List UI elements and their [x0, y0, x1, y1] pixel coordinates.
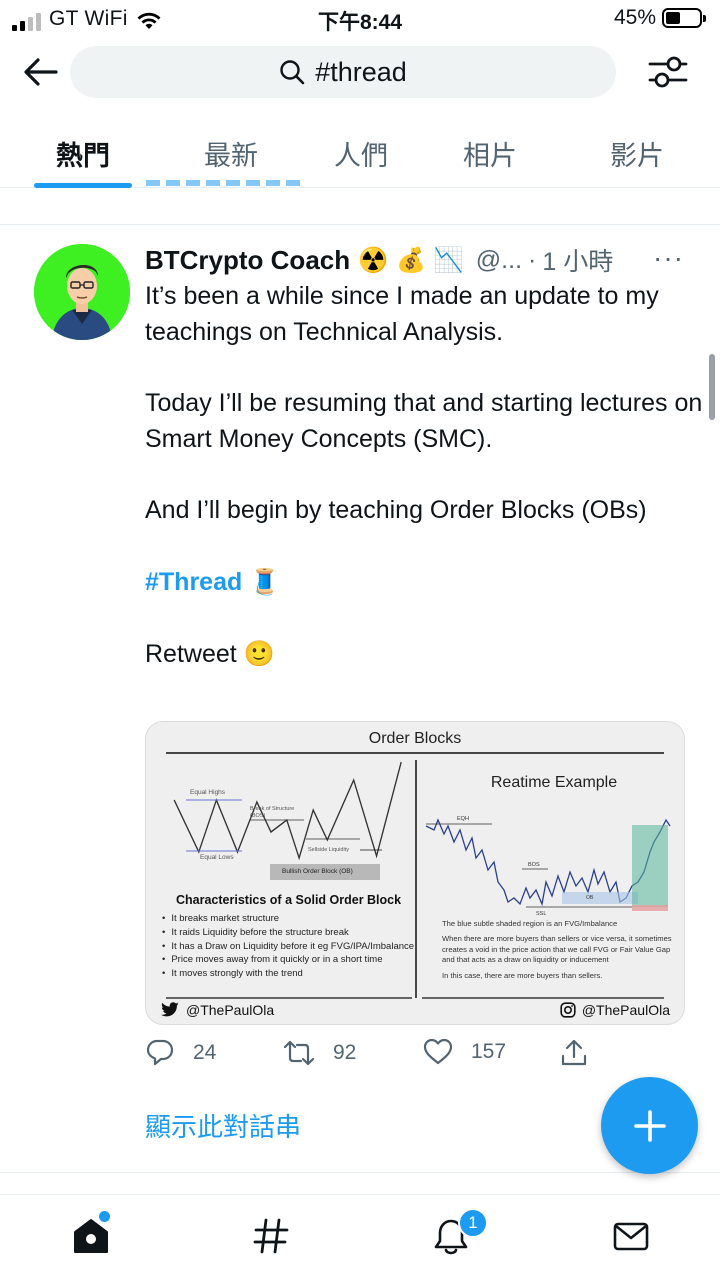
twitter-bird-icon — [161, 1002, 179, 1017]
like-button[interactable]: 157 — [423, 1038, 506, 1066]
display-name[interactable]: BTCrypto Coach — [145, 245, 350, 276]
reply-count: 24 — [193, 1041, 217, 1064]
share-button[interactable] — [559, 1038, 589, 1068]
tweet-header: BTCrypto Coach ☢️ 💰 📉 @... · 1 小時 ··· — [145, 240, 700, 280]
scrollbar[interactable] — [709, 354, 715, 420]
tab-videos[interactable]: 影片 — [610, 134, 664, 173]
avatar[interactable] — [34, 244, 130, 340]
tab-people[interactable]: 人們 — [334, 134, 388, 173]
credit-instagram: @ThePaulOla — [560, 1002, 670, 1018]
home-unread-dot — [99, 1211, 110, 1222]
show-thread-link[interactable]: 顯示此對話串 — [145, 1107, 301, 1144]
search-tabs: 熱門 最新 人們 相片 影片 — [0, 120, 720, 188]
timestamp[interactable]: 1 小時 — [542, 242, 613, 278]
search-settings-icon[interactable] — [646, 52, 690, 92]
label-right-bos: BOS — [528, 862, 540, 868]
tweet-divider — [0, 224, 720, 225]
header-separator: · — [528, 245, 537, 274]
note-text: When there are more buyers than sellers … — [442, 934, 672, 965]
like-count: 157 — [471, 1040, 507, 1063]
battery-icon — [662, 8, 706, 28]
tweet-media-image[interactable]: Order Blocks Equal Highs Equal Lows Brea… — [145, 721, 685, 1025]
list-item: It breaks market structure — [162, 912, 414, 926]
credit-handle: @ThePaulOla — [581, 1002, 670, 1018]
search-query: #thread — [315, 56, 407, 87]
label-ssl: SSL — [536, 911, 547, 917]
label-eqh: EQH — [457, 816, 469, 822]
messages-envelope-icon[interactable] — [612, 1217, 650, 1255]
tweet-paragraph: And I’ll begin by teaching Order Blocks … — [145, 496, 647, 525]
home-icon[interactable] — [72, 1217, 110, 1255]
retweet-count: 92 — [333, 1041, 357, 1064]
retweet-icon — [283, 1040, 315, 1066]
characteristics-list: It breaks market structure It raids Liqu… — [162, 912, 414, 981]
tweet-paragraph: Today I’ll be resuming that and starting… — [145, 389, 703, 453]
name-emoji-money-bag: 💰 — [396, 246, 426, 274]
compose-tweet-button[interactable] — [601, 1077, 698, 1174]
realtime-notes: The blue subtle shaded region is an FVG/… — [442, 919, 672, 986]
bottom-navigation — [0, 1194, 720, 1280]
retweet-button[interactable]: 92 — [283, 1038, 356, 1068]
hashtag-link[interactable]: #Thread — [145, 568, 242, 596]
plus-icon — [633, 1109, 666, 1142]
list-item: It moves strongly with the trend — [162, 967, 414, 981]
tab-top[interactable]: 熱門 — [56, 134, 110, 173]
explore-hashtag-icon[interactable] — [252, 1217, 290, 1255]
credit-handle: @ThePaulOla — [186, 1002, 275, 1018]
more-options-icon[interactable]: ··· — [653, 242, 684, 274]
tab-photos[interactable]: 相片 — [463, 134, 517, 173]
previous-tweet-cutoff — [146, 176, 306, 188]
tab-latest[interactable]: 最新 — [204, 134, 258, 173]
tweet-actions: 24 92 157 — [145, 1038, 705, 1078]
note-text: The blue subtle shaded region is an FVG/… — [442, 919, 618, 928]
label-equal-highs: Equal Highs — [190, 789, 226, 796]
list-item: It raids Liquidity before the structure … — [162, 926, 414, 940]
note-text: In this case, there are more buyers than… — [442, 970, 603, 980]
share-icon — [561, 1039, 587, 1066]
smile-emoji: 🙂 — [243, 639, 275, 668]
avatar-illustration — [34, 244, 130, 340]
credit-twitter: @ThePaulOla — [160, 1002, 274, 1018]
label-sellside: Sellside Liquidity — [308, 847, 349, 853]
status-bar: GT WiFi 下午8:44 45% — [0, 0, 720, 38]
thread-emoji: 🧵 — [249, 567, 281, 596]
tweet-text: It’s been a while since I made an update… — [145, 279, 705, 672]
list-item: Price moves away from it quickly or in a… — [162, 953, 414, 967]
media-title: Order Blocks — [368, 730, 462, 747]
list-item: It has a Draw on Liquidity before it eg … — [162, 940, 414, 954]
heart-icon — [423, 1038, 453, 1065]
notifications-badge: 1 — [458, 1208, 488, 1238]
label-bullish-ob: Bullish Order Block (OB) — [282, 868, 353, 875]
search-icon — [280, 60, 305, 85]
tweet-divider — [0, 1172, 720, 1173]
active-tab-indicator — [34, 183, 132, 188]
label-bos: Break of Structure (BOS) — [250, 806, 295, 819]
handle[interactable]: @... — [476, 246, 522, 275]
realtime-example-title: Reatime Example — [490, 774, 618, 791]
instagram-icon — [560, 1002, 576, 1018]
clock: 下午8:44 — [317, 11, 403, 34]
reply-icon — [146, 1039, 174, 1066]
tweet-paragraph: It’s been a while since I made an update… — [145, 282, 659, 346]
name-emoji-radioactive: ☢️ — [358, 246, 389, 274]
search-input[interactable]: #thread — [70, 46, 616, 98]
name-emoji-chart-down: 📉 — [433, 246, 464, 274]
closing-text: Retweet — [145, 639, 237, 668]
characteristics-title: Characteristics of a Solid Order Block — [176, 893, 402, 907]
back-arrow-icon[interactable] — [22, 54, 62, 90]
label-equal-lows: Equal Lows — [200, 854, 234, 861]
label-right-ob: OB — [586, 895, 594, 901]
reply-button[interactable]: 24 — [145, 1038, 216, 1068]
battery-percent: 45% — [613, 6, 656, 29]
search-header: #thread — [0, 44, 720, 100]
